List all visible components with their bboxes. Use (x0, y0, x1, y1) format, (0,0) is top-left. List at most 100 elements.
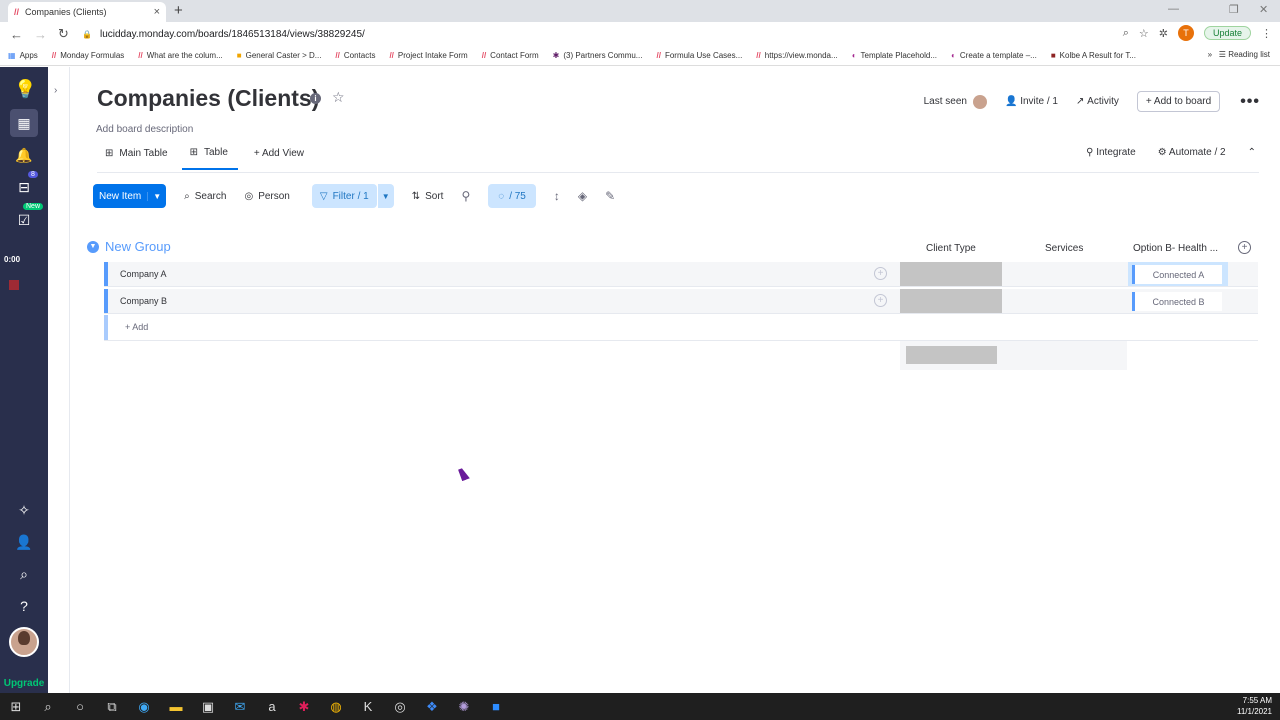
file-explorer-icon[interactable]: ▬ (160, 699, 192, 714)
minimize-icon[interactable]: — (1168, 3, 1179, 15)
collapse-header-icon[interactable]: ⌃ (1248, 147, 1256, 158)
inbox-icon[interactable]: ⊟ (14, 177, 34, 197)
add-update-icon[interactable]: + (874, 294, 887, 307)
invite-button[interactable]: 👤 Invite / 1 (1005, 96, 1058, 107)
activity-button[interactable]: ↗ Activity (1076, 96, 1119, 107)
connected-item-chip[interactable]: Connected A (1132, 265, 1222, 284)
search-button[interactable]: ⌕ Search (184, 191, 226, 202)
edge-icon[interactable]: ◉ (128, 699, 160, 715)
help-icon[interactable]: ? (14, 596, 34, 616)
chevron-down-icon[interactable]: ▼ (147, 191, 166, 201)
dropbox-icon[interactable]: ❖ (416, 699, 448, 715)
column-header-client-type[interactable]: Client Type (926, 243, 976, 254)
user-avatar[interactable] (9, 627, 39, 657)
reload-icon[interactable]: ↻ (58, 26, 72, 42)
filter-button[interactable]: ▽ Filter / 1 (311, 184, 377, 208)
more-options-icon[interactable]: ••• (1240, 93, 1260, 111)
tab-table[interactable]: ⊞ Table (181, 141, 238, 170)
forward-icon[interactable]: → (34, 27, 48, 42)
app-icon[interactable]: ✺ (448, 699, 480, 715)
table-row[interactable]: Company B + Connected B (104, 289, 1258, 314)
connected-item-chip[interactable]: Connected B (1132, 292, 1222, 311)
add-item-row[interactable]: + Add (104, 315, 1258, 341)
person-filter-button[interactable]: ◎ Person (244, 191, 289, 202)
restore-icon[interactable]: ❐ (1229, 3, 1239, 16)
back-icon[interactable]: ← (10, 27, 24, 42)
new-item-button[interactable]: New Item ▼ (93, 184, 167, 208)
amazon-icon[interactable]: a (256, 699, 288, 714)
page-title[interactable]: Companies (Clients) (97, 85, 319, 112)
client-type-cell[interactable] (900, 289, 1002, 313)
last-seen[interactable]: Last seen (924, 94, 987, 109)
search-icon[interactable]: ⌕ (32, 699, 64, 715)
bookmark-item[interactable]: ■ General Caster > D... (237, 51, 322, 60)
add-view-button[interactable]: + Add View (246, 141, 314, 170)
browser-tab[interactable]: // Companies (Clients) × (8, 2, 166, 22)
search-icon[interactable]: ⌕ (14, 564, 34, 584)
color-bucket-icon[interactable]: ◈ (578, 189, 587, 203)
column-header-option-b[interactable]: Option B- Health ... (1133, 243, 1218, 254)
item-name[interactable]: Company A (120, 269, 167, 279)
column-header-services[interactable]: Services (1045, 243, 1083, 254)
kolbe-app-icon[interactable]: K (352, 699, 384, 714)
bookmark-item[interactable]: //What are the colum... (138, 51, 222, 60)
client-type-cell[interactable] (900, 262, 1002, 286)
url-field[interactable]: 🔒 lucidday.monday.com/boards/1846513184/… (74, 24, 1174, 44)
update-button[interactable]: Update (1203, 26, 1251, 40)
add-to-board-button[interactable]: + Add to board (1136, 91, 1221, 112)
favorite-star-icon[interactable]: ☆ (332, 89, 345, 106)
apps-puzzle-icon[interactable]: ✧ (14, 500, 34, 520)
bookmark-item[interactable]: ▦ Apps (8, 51, 38, 60)
chevron-right-icon[interactable]: › (54, 85, 57, 96)
chrome-icon[interactable]: ◍ (320, 699, 352, 715)
cortana-icon[interactable]: ○ (64, 699, 96, 714)
system-clock[interactable]: 7:55 AM 11/1/2021 (1237, 695, 1272, 717)
bookmark-item[interactable]: //Contact Form (482, 51, 539, 60)
board-description[interactable]: Add board description (96, 124, 193, 135)
tab-main-table[interactable]: ⊞ Main Table (97, 141, 178, 170)
add-column-icon[interactable]: + (1238, 241, 1251, 254)
zoom-icon[interactable]: ⌕ (1123, 27, 1129, 40)
close-window-icon[interactable]: ✕ (1259, 3, 1268, 16)
upgrade-link[interactable]: Upgrade (0, 678, 48, 689)
windows-start-icon[interactable]: ⊞ (0, 699, 32, 715)
edit-pencil-icon[interactable]: ✎ (605, 189, 615, 203)
bookmark-item[interactable]: //Monday Formulas (52, 51, 124, 60)
notifications-bell-icon[interactable]: 🔔 (14, 145, 34, 165)
add-update-icon[interactable]: + (874, 267, 887, 280)
bookmark-star-icon[interactable]: ☆ (1139, 27, 1149, 40)
add-item-label[interactable]: + Add (125, 322, 148, 332)
store-icon[interactable]: ▣ (192, 699, 224, 715)
slack-icon[interactable]: ✱ (288, 699, 320, 715)
reading-list[interactable]: » ☰ Reading list (1208, 50, 1270, 59)
my-work-icon[interactable]: ☑ (14, 210, 34, 230)
extensions-icon[interactable]: ✲ (1159, 27, 1168, 40)
filter-dropdown-icon[interactable]: ▼ (377, 184, 394, 208)
bookmark-item[interactable]: //Contacts (335, 51, 375, 60)
task-view-icon[interactable]: ⧉ (96, 699, 128, 715)
chevron-down-icon[interactable]: ▼ (87, 240, 99, 253)
workspace-grid-icon[interactable]: ▦ (14, 113, 34, 133)
mail-icon[interactable]: ✉ (224, 699, 256, 715)
group-title[interactable]: New Group (105, 239, 171, 254)
lightbulb-logo-icon[interactable]: 💡 (14, 79, 36, 99)
bookmark-item[interactable]: ◐ Template Placehold... (852, 51, 937, 60)
bookmark-item[interactable]: ◐ Create a template –... (951, 51, 1037, 60)
table-row[interactable]: Company A + Connected A (104, 262, 1258, 287)
info-icon[interactable]: i (310, 93, 321, 104)
row-height-icon[interactable]: ↕ (554, 189, 560, 203)
invite-members-icon[interactable]: 👤 (14, 532, 34, 552)
github-icon[interactable]: ◎ (384, 699, 416, 715)
group-header[interactable]: ▼ New Group (87, 239, 171, 254)
integrate-button[interactable]: ⚲ Integrate (1086, 147, 1136, 158)
profile-avatar[interactable]: T (1177, 25, 1194, 41)
close-tab-icon[interactable]: × (154, 6, 160, 18)
hidden-columns-button[interactable]: ◌/ 75 (488, 184, 536, 208)
record-stop-icon[interactable] (9, 280, 19, 290)
bookmark-item[interactable]: ■ Kolbe A Result for T... (1051, 51, 1136, 60)
bookmark-item[interactable]: //Formula Use Cases... (656, 51, 742, 60)
sort-button[interactable]: ⇅ Sort (412, 191, 444, 202)
pin-icon[interactable]: ⚲ (461, 189, 470, 203)
browser-menu-icon[interactable]: ⋮ (1261, 27, 1272, 40)
bookmark-item[interactable]: //Project Intake Form (389, 51, 467, 60)
